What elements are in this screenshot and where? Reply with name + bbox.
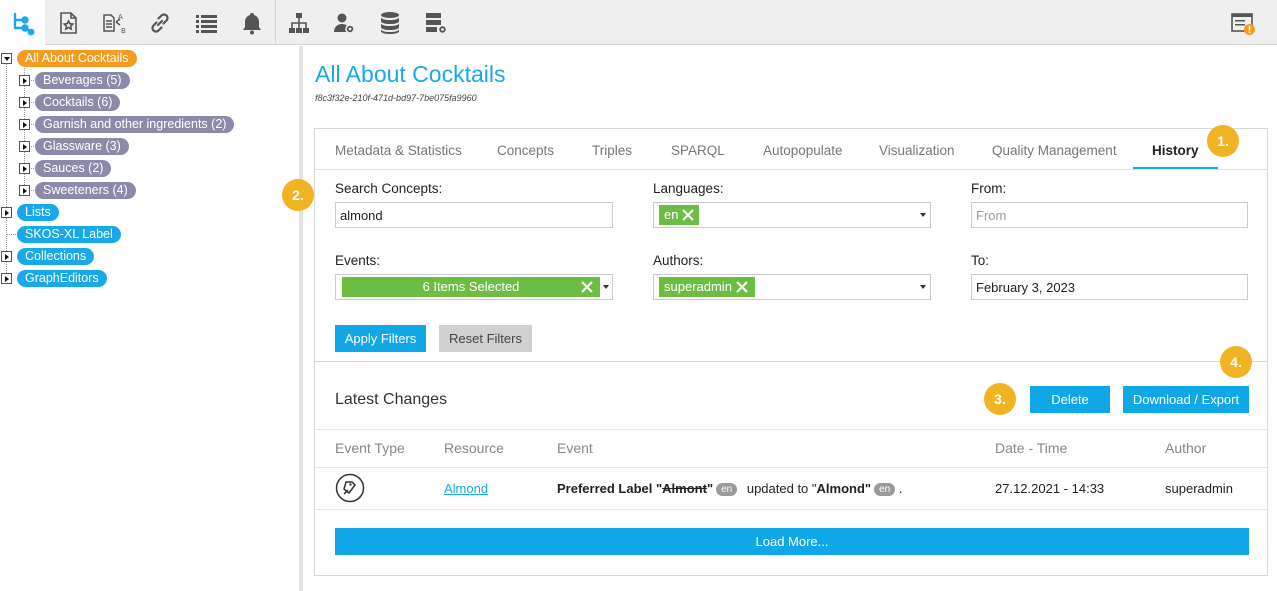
callout-badge-2: 2. [282,179,314,211]
tab-triples[interactable]: Triples [592,143,632,158]
expand-toggle-icon[interactable] [19,185,30,196]
tree-node-beverages[interactable]: Beverages (5) [35,72,130,89]
search-concepts-label: Search Concepts: [335,181,443,196]
callout-badge-1: 1. [1207,125,1239,157]
callout-badge-3: 3. [984,383,1016,415]
event-description: Preferred Label "Almont" en updated to "A… [557,481,903,496]
authors-select[interactable]: superadmin [653,274,931,300]
tab-autopopulate[interactable]: Autopopulate [763,143,843,158]
callout-badge-4: 4. [1220,346,1252,378]
svg-text:A: A [118,13,123,21]
resource-link[interactable]: Almond [444,481,488,496]
tree-node-garnish[interactable]: Garnish and other ingredients (2) [35,116,235,133]
event-datetime: 27.12.2021 - 14:33 [995,481,1105,496]
column-date-time: Date - Time [995,440,1068,456]
favorites-document-icon[interactable] [45,0,90,45]
to-date-input[interactable]: February 3, 2023 [971,274,1248,300]
language-tag: en [874,483,896,496]
expand-toggle-icon[interactable] [19,141,30,152]
apply-filters-button[interactable]: Apply Filters [335,325,426,352]
tab-bar: Metadata & Statistics Concepts Triples S… [315,129,1267,170]
expand-toggle-icon[interactable] [1,207,12,218]
section-divider [315,361,1267,362]
expand-toggle-icon[interactable] [1,273,12,284]
link-icon[interactable] [137,0,182,45]
tab-visualization[interactable]: Visualization [879,143,955,158]
languages-select[interactable]: en [653,202,931,228]
column-event: Event [557,440,593,456]
remove-chip-icon[interactable] [681,208,695,222]
label-translation-icon[interactable]: AB [91,0,136,45]
table-row-divider [315,467,1267,468]
delete-button[interactable]: Delete [1030,386,1110,413]
tab-quality-management[interactable]: Quality Management [992,143,1117,158]
language-chip-en: en [659,205,699,225]
alerts-warning-icon[interactable] [1220,0,1265,45]
latest-changes-title: Latest Changes [335,391,448,408]
label-edit-icon [335,473,365,503]
tree-root-node[interactable]: All About Cocktails [17,50,137,67]
authors-label: Authors: [653,253,704,268]
expand-toggle-icon[interactable] [19,119,30,130]
tab-metadata-statistics[interactable]: Metadata & Statistics [335,143,462,158]
active-tab-indicator [1133,167,1218,169]
remove-chip-icon[interactable] [580,280,594,294]
table-header-divider [315,429,1267,430]
main-toolbar: AB [0,0,1277,45]
expand-toggle-icon[interactable] [1,251,12,262]
tree-node-sweeteners[interactable]: Sweeteners (4) [35,182,136,199]
table-row-divider [315,509,1267,510]
database-icon[interactable] [367,0,412,45]
project-uuid: f8c3f32e-210f-471d-bd97-7be075fa9960 [315,93,477,103]
search-concepts-input[interactable]: almond [335,202,613,228]
download-export-button[interactable]: Download / Export [1123,386,1249,413]
list-icon[interactable] [183,0,228,45]
expand-toggle-icon[interactable] [19,163,30,174]
tree-node-grapheditors[interactable]: GraphEditors [17,270,107,287]
author-chip-superadmin: superadmin [659,277,755,297]
collapse-toggle-icon[interactable] [1,53,12,64]
page-title: All About Cocktails [315,61,506,87]
tree-node-glassware[interactable]: Glassware (3) [35,138,129,155]
events-select[interactable]: 6 Items Selected [335,274,613,300]
to-label: To: [971,253,990,268]
expand-toggle-icon[interactable] [19,75,30,86]
tab-concepts[interactable]: Concepts [497,143,554,158]
concept-tree: All About Cocktails Beverages (5) Cockta… [0,46,299,591]
dropdown-arrow-icon [920,213,926,217]
svg-text:B: B [121,27,126,35]
server-settings-icon[interactable] [413,0,458,45]
hierarchy-icon[interactable] [276,0,321,45]
events-chip: 6 Items Selected [342,277,600,297]
from-label: From: [971,181,1007,196]
panel-splitter[interactable] [299,46,303,591]
tab-history[interactable]: History [1152,143,1199,158]
tree-node-lists[interactable]: Lists [17,204,59,221]
taxonomy-tree-icon[interactable] [0,0,45,45]
event-author: superadmin [1165,481,1233,496]
tree-node-skosxl-label[interactable]: SKOS-XL Label [17,226,121,243]
dropdown-arrow-icon [920,285,926,289]
tree-node-sauces[interactable]: Sauces (2) [35,160,112,177]
expand-toggle-icon[interactable] [19,97,30,108]
reset-filters-button[interactable]: Reset Filters [439,325,532,352]
notifications-bell-icon[interactable] [229,0,274,45]
history-panel: Metadata & Statistics Concepts Triples S… [314,128,1268,576]
user-settings-icon[interactable] [321,0,366,45]
language-tag: en [716,483,738,496]
column-event-type: Event Type [335,440,405,456]
column-author: Author [1165,440,1207,456]
load-more-button[interactable]: Load More... [335,528,1249,555]
dropdown-arrow-icon [603,285,609,289]
tab-sparql[interactable]: SPARQL [671,143,725,158]
from-date-input[interactable]: From [971,202,1248,228]
tree-node-collections[interactable]: Collections [17,248,95,265]
column-resource: Resource [444,440,504,456]
remove-chip-icon[interactable] [735,280,749,294]
languages-label: Languages: [653,181,724,196]
events-label: Events: [335,253,381,268]
tree-node-cocktails[interactable]: Cocktails (6) [35,94,121,111]
